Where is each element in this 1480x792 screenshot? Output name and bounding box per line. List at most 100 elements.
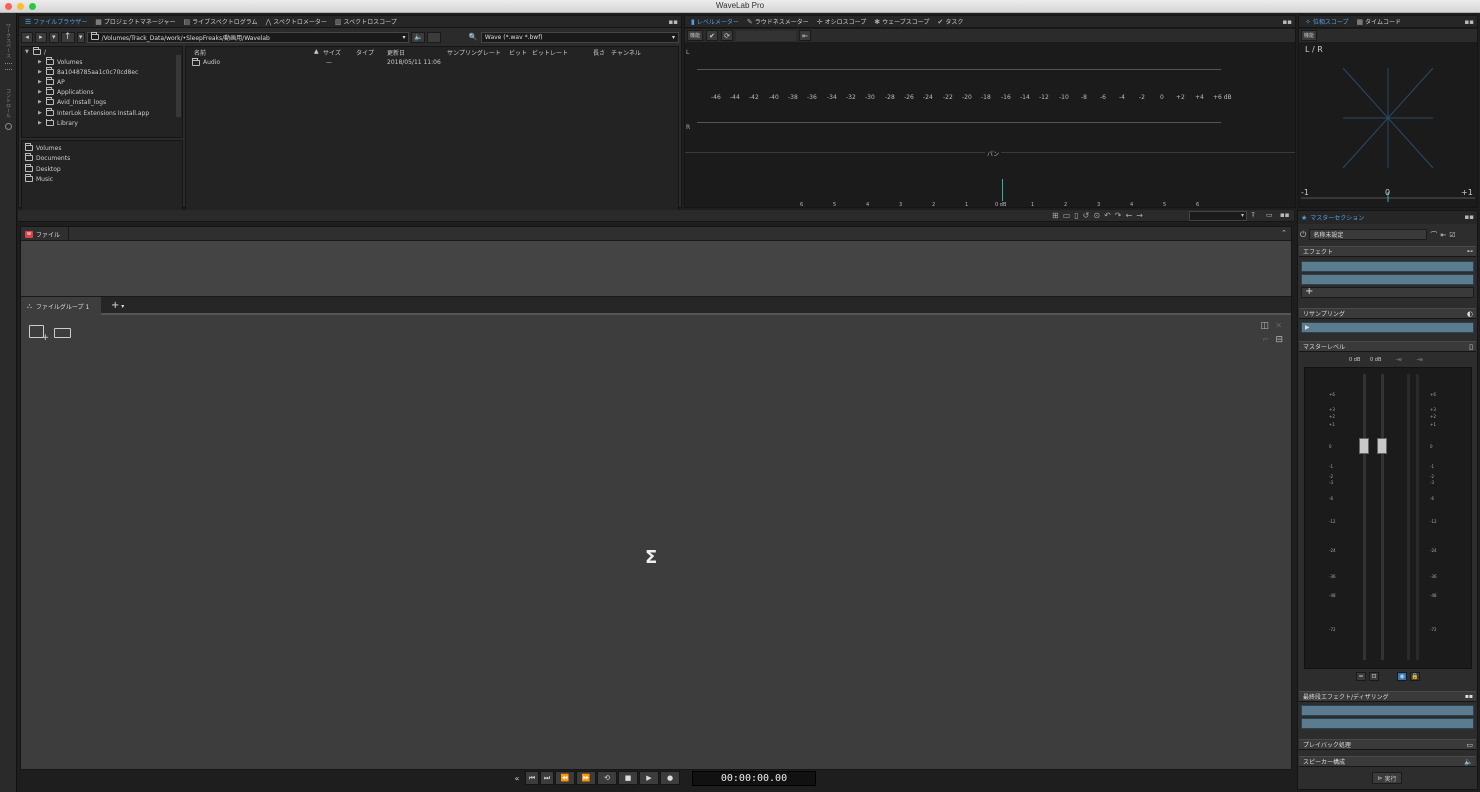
transport-collapse-button[interactable]: «: [510, 774, 524, 783]
forward-button[interactable]: ▸: [34, 31, 47, 43]
reset-button[interactable]: ⟳: [721, 30, 733, 41]
chevron-down-icon[interactable]: ▾: [402, 34, 405, 41]
function-button[interactable]: 機能: [1301, 30, 1317, 41]
tree-item[interactable]: ▶ Volumes: [38, 57, 82, 67]
column-header-bitrate[interactable]: ビットレート: [532, 48, 568, 57]
new-file-big-icon[interactable]: +: [29, 325, 49, 343]
mono-button[interactable]: ⊡: [1369, 672, 1379, 681]
filter-icon[interactable]: ⍒: [1251, 211, 1255, 220]
rewind-button[interactable]: ⏪: [555, 771, 575, 785]
expand-arrow-icon[interactable]: ▶: [38, 110, 43, 116]
split-view-icon[interactable]: ◫: [1260, 321, 1269, 331]
speaker-icon[interactable]: 🔈: [1464, 758, 1473, 766]
open-file-icon[interactable]: ▭: [1063, 211, 1071, 220]
column-header-sample-rate[interactable]: サンプリングレート: [447, 48, 501, 57]
tab-loudness-meter[interactable]: ✎ ラウドネスメーター: [743, 16, 813, 28]
column-header-length[interactable]: 長さ: [593, 48, 605, 57]
preset-field[interactable]: 名称未設定: [1309, 229, 1428, 240]
render-button[interactable]: ⊳ 実行: [1372, 772, 1402, 784]
close-view-icon[interactable]: ✕: [1275, 321, 1282, 330]
up-folder-button[interactable]: ↑: [60, 31, 75, 43]
open-folder-big-icon[interactable]: [54, 328, 71, 338]
stack-view-icon[interactable]: ⊟: [1275, 335, 1283, 345]
panel-menu-icon[interactable]: ▪▪: [1465, 693, 1473, 700]
file-filter-select[interactable]: Wave (*.wav *.bwf) ▾: [480, 31, 680, 43]
go-to-start-button[interactable]: ⏮: [525, 771, 539, 785]
tab-live-spectrogram[interactable]: ▤ ライブスペクトログラム: [180, 16, 262, 28]
grip-icon[interactable]: [5, 63, 12, 70]
column-header-channels[interactable]: チャンネル: [611, 48, 641, 57]
chevron-down-icon[interactable]: ▾: [672, 34, 675, 41]
tree-root[interactable]: ▼ /: [25, 47, 46, 57]
new-file-icon[interactable]: ⊞: [1052, 211, 1059, 220]
tab-spectroscope[interactable]: ▥ スペクトロスコープ: [331, 16, 401, 28]
timecode-display[interactable]: 00:00:00.00: [692, 771, 816, 786]
final-effects-section-header[interactable]: 最終段エフェクト/ディザリング ▪▪: [1299, 691, 1476, 702]
final-effect-slot-2[interactable]: [1301, 718, 1474, 729]
tree-scrollbar[interactable]: [176, 55, 181, 117]
loop-button[interactable]: ⟲: [597, 771, 617, 785]
maximize-icon[interactable]: ▭: [1266, 211, 1273, 219]
tab-file-browser[interactable]: ☰ ファイルブラウザー: [21, 16, 91, 28]
fast-forward-button[interactable]: ⏩: [576, 771, 596, 785]
effect-slot-2[interactable]: [1301, 274, 1474, 285]
record-button[interactable]: ●: [660, 771, 680, 785]
autoplay-button[interactable]: [427, 31, 442, 43]
expand-arrow-icon[interactable]: ▼: [25, 49, 30, 55]
effect-slot-1[interactable]: [1301, 261, 1474, 272]
back-button[interactable]: ◂: [21, 31, 33, 43]
panel-menu-icon[interactable]: ▪▪: [1283, 18, 1293, 26]
preset-menu-icon[interactable]: ⌒: [1430, 230, 1437, 240]
panel-menu-icon[interactable]: ▪▪: [1280, 211, 1290, 219]
forward-icon[interactable]: →: [1136, 211, 1143, 220]
final-effect-slot-1[interactable]: [1301, 705, 1474, 716]
expand-arrow-icon[interactable]: ▶: [38, 99, 43, 105]
tree-item[interactable]: ▶ 8a1048785aa1c0c70cd8ec: [38, 67, 138, 77]
panel-menu-icon[interactable]: ▪▪: [1465, 18, 1475, 26]
preview-audio-button[interactable]: 🔈: [411, 31, 426, 43]
panel-menu-icon[interactable]: ▪▪: [1465, 213, 1475, 221]
favorite-item[interactable]: Documents: [25, 153, 70, 163]
column-header-size[interactable]: サイズ: [323, 48, 341, 57]
up-folder-menu-button[interactable]: ▾: [76, 31, 85, 43]
collapse-icon[interactable]: ⌃: [1281, 229, 1287, 237]
column-header-name[interactable]: 名前: [194, 48, 206, 57]
tab-tasks[interactable]: ✔ タスク: [933, 16, 967, 28]
tab-timecode[interactable]: ▦ タイムコード: [1353, 16, 1406, 28]
play-button[interactable]: ▶: [639, 771, 659, 785]
meter-icon[interactable]: ▯: [1469, 343, 1473, 351]
effects-section-header[interactable]: エフェクト ⊷: [1299, 246, 1476, 257]
expand-arrow-icon[interactable]: ▶: [38, 59, 43, 65]
path-field[interactable]: /Volumes/Track_Data/work/•SleepFreaks/動画…: [86, 31, 410, 43]
resampling-icon[interactable]: ◐: [1467, 310, 1473, 318]
column-header-type[interactable]: タイプ: [356, 48, 374, 57]
control-strip-label[interactable]: コントロール: [5, 88, 12, 118]
resampling-section-header[interactable]: リサンプリング ◐: [1299, 308, 1476, 319]
fader-left-handle[interactable]: [1359, 438, 1369, 454]
save-preset-icon[interactable]: ☑: [1449, 231, 1455, 239]
settings-check-button[interactable]: ✔: [706, 30, 718, 41]
playback-section-header[interactable]: プレイバック処理 ▭: [1299, 739, 1476, 750]
tab-file-group-1[interactable]: ⛬ ファイルグループ 1: [21, 297, 101, 315]
table-row[interactable]: Audio — 2018/05/11 11:06: [189, 58, 489, 68]
workspace-strip-label[interactable]: ワークスペース: [5, 23, 12, 58]
add-file-group-button[interactable]: + ▾: [111, 300, 124, 311]
power-icon[interactable]: ⏻: [1300, 230, 1306, 240]
render-icon[interactable]: ⊙: [1093, 211, 1100, 220]
expand-arrow-icon[interactable]: ▶: [38, 79, 43, 85]
tab-spectrometer[interactable]: ⋀ スペクトロメーター: [262, 16, 331, 28]
tab-project-manager[interactable]: ▦ プロジェクトマネージャー: [91, 16, 179, 28]
tab-oscilloscope[interactable]: ✛ オシロスコープ: [813, 16, 871, 28]
fader-right-handle[interactable]: [1377, 438, 1387, 454]
stop-button[interactable]: ■: [618, 771, 638, 785]
globe-icon[interactable]: [5, 123, 12, 130]
speaker-section-header[interactable]: スピーカー構成 🔈: [1299, 756, 1476, 767]
monitor-icon[interactable]: ▭: [1466, 741, 1473, 749]
dim-button[interactable]: ◉: [1397, 672, 1407, 681]
lock-button[interactable]: 🔒: [1410, 672, 1420, 681]
column-header-bit[interactable]: ビット: [509, 48, 527, 57]
expand-arrow-icon[interactable]: ▶: [38, 89, 43, 95]
effect-slot-add[interactable]: +: [1301, 286, 1474, 298]
favorite-item[interactable]: Desktop: [25, 164, 61, 174]
panel-menu-icon[interactable]: ▪▪: [669, 18, 679, 26]
